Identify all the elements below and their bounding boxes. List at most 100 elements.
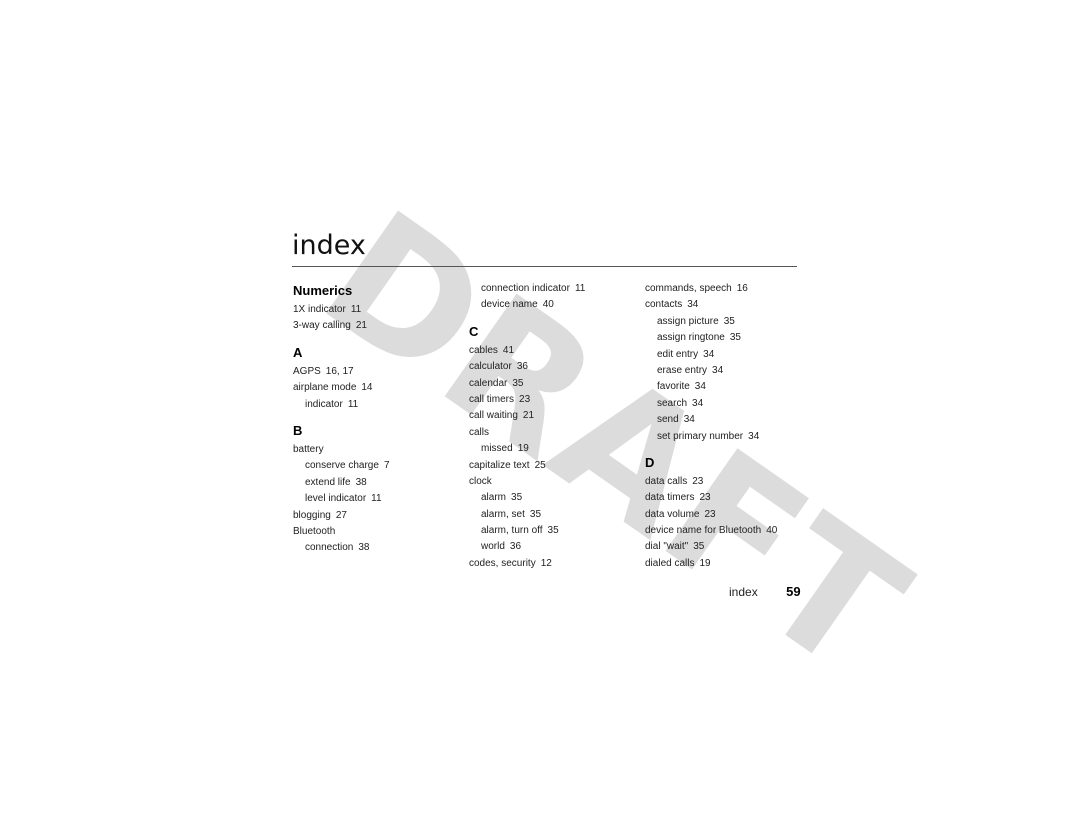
entry-term: data calls (645, 475, 688, 487)
index-entry: airplane mode 14 (293, 380, 390, 396)
index-subentry: missed 19 (469, 441, 585, 457)
entry-term: assign ringtone (657, 332, 725, 344)
index-entry: battery (293, 442, 390, 458)
entry-page-ref: 40 (542, 299, 554, 311)
index-entry: data volume 23 (645, 507, 777, 523)
page-number: 59 (786, 584, 801, 599)
section-heading: C (469, 323, 479, 339)
section-heading: B (293, 422, 303, 438)
index-entry: clock (469, 474, 585, 490)
index-subentry: edit entry 34 (645, 347, 777, 363)
index-subentry: alarm 35 (469, 490, 585, 506)
index-entry: data timers 23 (645, 490, 777, 506)
entry-term: dialed calls (645, 557, 695, 569)
entry-term: alarm, set (481, 508, 525, 520)
entry-term: set primary number (657, 430, 744, 442)
index-subentry: set primary number 34 (645, 429, 777, 445)
entry-page-ref: 35 (529, 508, 542, 520)
entry-page-ref: 34 (687, 299, 699, 311)
index-subentry: indicator 11 (293, 397, 390, 413)
entry-page-ref: 21 (355, 320, 367, 332)
entry-page-ref: 35 (511, 492, 523, 504)
entry-page-ref: 27 (335, 509, 347, 521)
entry-page-ref: 41 (502, 344, 515, 356)
entry-page-ref: 11 (347, 398, 359, 410)
entry-term: Bluetooth (293, 525, 336, 537)
entry-term: search (657, 397, 688, 409)
index-entry: calculator 36 (469, 359, 585, 375)
entry-page-ref: 36 (516, 361, 528, 373)
index-subentry: conserve charge 7 (293, 458, 390, 474)
entry-page-ref: 36 (509, 541, 522, 553)
index-entry: calls (469, 425, 585, 441)
entry-term: favorite (657, 381, 690, 393)
entry-page-ref: 16, 17 (325, 365, 354, 377)
index-subentry: device name 40 (469, 297, 585, 313)
index-entry: AGPS 16, 17 (293, 364, 390, 380)
entry-term: assign picture (657, 315, 719, 327)
entry-term: capitalize text (469, 459, 530, 471)
index-subentry: connection indicator 11 (469, 281, 585, 297)
entry-term: call waiting (469, 410, 518, 422)
index-subentry: world 36 (469, 539, 585, 555)
index-entry: data calls 23 (645, 474, 777, 490)
entry-term: codes, security (469, 557, 536, 569)
index-subentry: alarm, set 35 (469, 507, 585, 523)
entry-term: 3-way calling (293, 320, 351, 332)
entry-page-ref: 23 (519, 393, 531, 405)
entry-term: alarm, turn off (481, 525, 543, 537)
index-entry: 1X indicator 11 (293, 302, 390, 318)
entry-page-ref: 16 (736, 283, 748, 294)
index-entry: codes, security 12 (469, 556, 585, 572)
entry-page-ref: 25 (534, 459, 546, 471)
entry-term: clock (469, 475, 492, 487)
index-subentry: alarm, turn off 35 (469, 523, 585, 539)
entry-term: extend life (305, 476, 351, 488)
entry-term: edit entry (657, 348, 699, 360)
index-subentry: level indicator 11 (293, 491, 390, 507)
entry-term: cables (469, 344, 498, 356)
entry-term: conserve charge (305, 460, 379, 472)
entry-page-ref: 21 (522, 410, 535, 422)
index-entry: Bluetooth (293, 524, 390, 540)
entry-term: indicator (305, 398, 343, 410)
entry-term: dial "wait" (645, 541, 689, 553)
index-entry: 3-way calling 21 (293, 318, 390, 334)
index-column-2: connection indicator 11 device name 40 Ccabl… (469, 281, 585, 572)
entry-term: missed (481, 443, 513, 455)
entry-term: airplane mode (293, 382, 357, 394)
index-column-1: Numerics 1X indicator 11 3-way calling 21 A AG… (293, 281, 390, 557)
entry-term: AGPS (293, 365, 321, 377)
entry-term: calls (469, 426, 490, 438)
index-entry: contacts 34 (645, 297, 777, 313)
entry-page-ref: 35 (729, 332, 741, 344)
entry-term: calculator (469, 361, 512, 373)
section-heading: Numerics (293, 283, 353, 298)
index-entry: blogging 27 (293, 508, 390, 524)
entry-page-ref: 19 (699, 557, 711, 569)
entry-term: data volume (645, 508, 700, 520)
entry-page-ref: 34 (692, 397, 704, 409)
index-entry: capitalize text 25 (469, 458, 585, 474)
index-subentry: favorite 34 (645, 379, 777, 395)
entry-page-ref: 23 (704, 508, 716, 520)
index-entry: device name for Bluetooth 40 (645, 523, 777, 539)
entry-term: device name (481, 299, 538, 311)
entry-page-ref: 11 (574, 283, 586, 294)
entry-page-ref: 23 (692, 475, 704, 487)
entry-term: blogging (293, 509, 331, 521)
index-entry: call timers 23 (469, 392, 585, 408)
entry-page-ref: 34 (694, 381, 706, 393)
entry-term: data timers (645, 492, 695, 504)
entry-page-ref: 14 (361, 382, 373, 394)
entry-page-ref: 35 (723, 315, 735, 327)
index-subentry: connection 38 (293, 540, 390, 556)
entry-term: call timers (469, 393, 515, 405)
title-divider (292, 266, 797, 267)
index-subentry: send 34 (645, 412, 777, 428)
entry-page-ref: 12 (540, 557, 552, 569)
footer-section-label: index (729, 585, 758, 599)
index-column-3: commands, speech 16 contacts 34 assign pictu… (645, 281, 777, 572)
entry-page-ref: 34 (683, 414, 695, 426)
index-entry: cables 41 (469, 343, 585, 359)
